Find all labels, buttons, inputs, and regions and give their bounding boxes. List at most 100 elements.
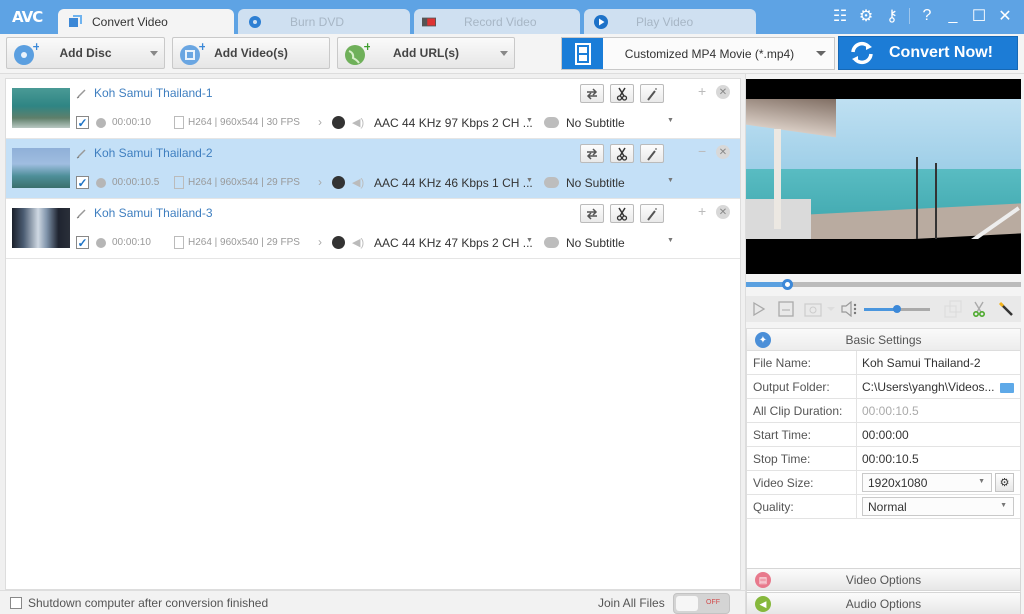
play-button[interactable] <box>752 300 766 318</box>
close-button[interactable]: ✕ <box>996 6 1014 26</box>
effects-button[interactable] <box>640 204 664 223</box>
log-icon[interactable]: ☷ <box>831 6 849 26</box>
join-files-toggle[interactable]: OFF <box>673 593 730 614</box>
scissors-icon <box>973 301 985 317</box>
folder-icon[interactable] <box>1000 383 1014 393</box>
maximize-button[interactable]: ☐ <box>970 6 988 26</box>
subtitle-select[interactable]: No Subtitle <box>566 236 625 250</box>
snapshot-button[interactable] <box>804 300 822 318</box>
expand-icon[interactable]: + <box>698 83 706 99</box>
chevron-right-icon[interactable]: › <box>318 175 322 189</box>
setting-stop-time: Stop Time: 00:00:10.5 <box>747 447 1020 471</box>
chevron-down-icon: ▼ <box>978 478 985 485</box>
effects-tool-button[interactable] <box>998 300 1014 318</box>
setting-label: Output Folder: <box>747 375 857 398</box>
help-icon[interactable]: ? <box>918 6 936 26</box>
trim-button[interactable] <box>610 144 634 163</box>
file-row[interactable]: Koh Samui Thailand-2 ✓ 00:00:10.5 H264 |… <box>6 139 740 199</box>
chevron-down-icon[interactable] <box>500 51 508 56</box>
chevron-right-icon[interactable]: › <box>318 115 322 129</box>
start-time-field[interactable]: 00:00:00 <box>857 423 1020 446</box>
add-disc-button[interactable]: + Add Disc <box>6 37 165 69</box>
file-checkbox[interactable]: ✓ <box>76 236 89 249</box>
audio-track-select[interactable]: AAC 44 KHz 97 Kbps 2 CH ... <box>374 116 533 130</box>
copy-icon <box>944 300 962 318</box>
file-name[interactable]: Koh Samui Thailand-2 <box>94 146 213 160</box>
chevron-down-icon[interactable]: ▼ <box>526 177 533 184</box>
seek-handle[interactable] <box>782 279 794 290</box>
settings-gear-icon[interactable]: ⚙ <box>857 6 875 26</box>
remove-file-button[interactable]: ✕ <box>716 145 730 159</box>
file-name-field[interactable]: Koh Samui Thailand-2 <box>857 351 1020 374</box>
film-icon <box>174 176 184 189</box>
pencil-icon[interactable] <box>76 207 88 219</box>
add-disc-label: Add Disc <box>59 46 112 60</box>
basic-settings-header[interactable]: ✦ Basic Settings <box>747 329 1020 351</box>
trim-button[interactable] <box>610 204 634 223</box>
stop-button[interactable] <box>778 300 794 318</box>
file-name[interactable]: Koh Samui Thailand-3 <box>94 206 213 220</box>
setting-file-name: File Name: Koh Samui Thailand-2 <box>747 351 1020 375</box>
pencil-icon[interactable] <box>76 87 88 99</box>
convert-now-button[interactable]: Convert Now! <box>838 36 1018 70</box>
audio-track-select[interactable]: AAC 44 KHz 47 Kbps 2 CH ... <box>374 236 533 250</box>
tab-convert-video[interactable]: Convert Video <box>58 9 234 34</box>
video-size-settings-button[interactable]: ⚙ <box>995 473 1014 492</box>
output-format-select[interactable]: Customized MP4 Movie (*.mp4) <box>561 37 835 70</box>
remove-file-button[interactable]: ✕ <box>716 205 730 219</box>
key-icon[interactable]: ⚷ <box>883 6 901 26</box>
trim-tool-button[interactable] <box>971 300 987 318</box>
chevron-right-icon[interactable]: › <box>318 235 322 249</box>
setting-label: Video Size: <box>747 471 857 494</box>
video-preview[interactable] <box>746 79 1021 274</box>
chevron-down-icon[interactable] <box>150 51 158 56</box>
file-name[interactable]: Koh Samui Thailand-1 <box>94 86 213 100</box>
chevron-down-icon[interactable]: ▼ <box>526 117 533 124</box>
audio-track-select[interactable]: AAC 44 KHz 46 Kbps 1 CH ... <box>374 176 533 190</box>
shutdown-checkbox[interactable] <box>10 597 22 609</box>
swap-icon <box>586 87 598 100</box>
chevron-down-icon[interactable]: ▼ <box>667 117 674 124</box>
expand-icon[interactable]: − <box>698 143 706 159</box>
quality-select[interactable]: Normal ▼ <box>862 497 1014 516</box>
video-size-select[interactable]: 1920x1080 ▼ <box>862 473 992 492</box>
tab-play-video[interactable]: Play Video <box>584 9 756 34</box>
subtitle-icon <box>544 117 559 128</box>
subtitle-select[interactable]: No Subtitle <box>566 176 625 190</box>
output-folder-field[interactable]: C:\Users\yangh\Videos... <box>857 375 1020 398</box>
tab-burn-dvd[interactable]: Burn DVD <box>238 9 410 34</box>
chevron-down-icon[interactable]: ▼ <box>526 237 533 244</box>
file-checkbox[interactable]: ✓ <box>76 116 89 129</box>
add-videos-button[interactable]: + Add Video(s) <box>172 37 330 69</box>
audio-options-button[interactable]: ◀ Audio Options <box>746 592 1021 614</box>
tab-record-video[interactable]: Record Video <box>414 9 580 34</box>
seek-bar[interactable] <box>746 279 1021 290</box>
convert-settings-button[interactable] <box>580 144 604 163</box>
convert-settings-button[interactable] <box>580 84 604 103</box>
file-row[interactable]: Koh Samui Thailand-3 ✓ 00:00:10 H264 | 9… <box>6 199 740 259</box>
stop-time-field[interactable]: 00:00:10.5 <box>857 447 1020 470</box>
volume-button[interactable] <box>840 300 860 318</box>
trim-button[interactable] <box>610 84 634 103</box>
copy-button[interactable] <box>944 300 962 318</box>
effects-button[interactable] <box>640 84 664 103</box>
video-options-button[interactable]: ▤ Video Options <box>746 568 1021 591</box>
file-row[interactable]: Koh Samui Thailand-1 ✓ 00:00:10 H264 | 9… <box>6 79 740 139</box>
add-urls-button[interactable]: + Add URL(s) <box>337 37 515 69</box>
convert-settings-button[interactable] <box>580 204 604 223</box>
remove-file-button[interactable]: ✕ <box>716 85 730 99</box>
chevron-down-icon[interactable]: ▼ <box>667 177 674 184</box>
magic-wand-icon <box>998 301 1013 316</box>
player-controls <box>746 296 1021 322</box>
minimize-button[interactable]: _ <box>944 6 962 26</box>
pencil-icon[interactable] <box>76 147 88 159</box>
expand-icon[interactable]: + <box>698 203 706 219</box>
snapshot-dropdown[interactable] <box>826 300 836 318</box>
volume-handle[interactable] <box>893 305 901 313</box>
effects-button[interactable] <box>640 144 664 163</box>
play-icon <box>594 14 608 29</box>
file-duration: 00:00:10.5 <box>112 177 160 188</box>
chevron-down-icon[interactable]: ▼ <box>667 237 674 244</box>
subtitle-select[interactable]: No Subtitle <box>566 116 625 130</box>
file-checkbox[interactable]: ✓ <box>76 176 89 189</box>
